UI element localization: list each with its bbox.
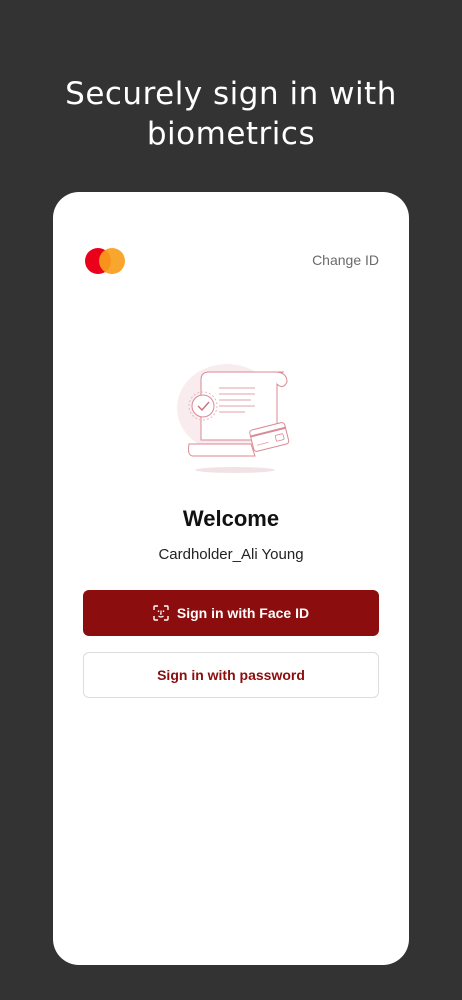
welcome-title: Welcome — [182, 506, 280, 531]
face-id-icon — [153, 605, 169, 621]
sign-in-password-label: Sign in with password — [157, 667, 305, 683]
sign-in-password-button[interactable]: Sign in with password — [83, 652, 379, 698]
cardholder-name: Cardholder_Ali Young — [158, 546, 304, 563]
receipt-card-illustration-icon — [177, 364, 290, 473]
change-id-link[interactable]: Change ID — [312, 252, 379, 268]
sign-in-face-id-label: Sign in with Face ID — [176, 605, 310, 621]
sign-in-card: Change ID Welcome Cardholder_Ali Young S… — [53, 192, 409, 965]
sign-in-face-id-button[interactable]: Sign in with Face ID — [83, 590, 379, 636]
mastercard-logo-icon — [85, 248, 127, 274]
promo-headline: Securely sign in with biometrics — [65, 76, 397, 152]
